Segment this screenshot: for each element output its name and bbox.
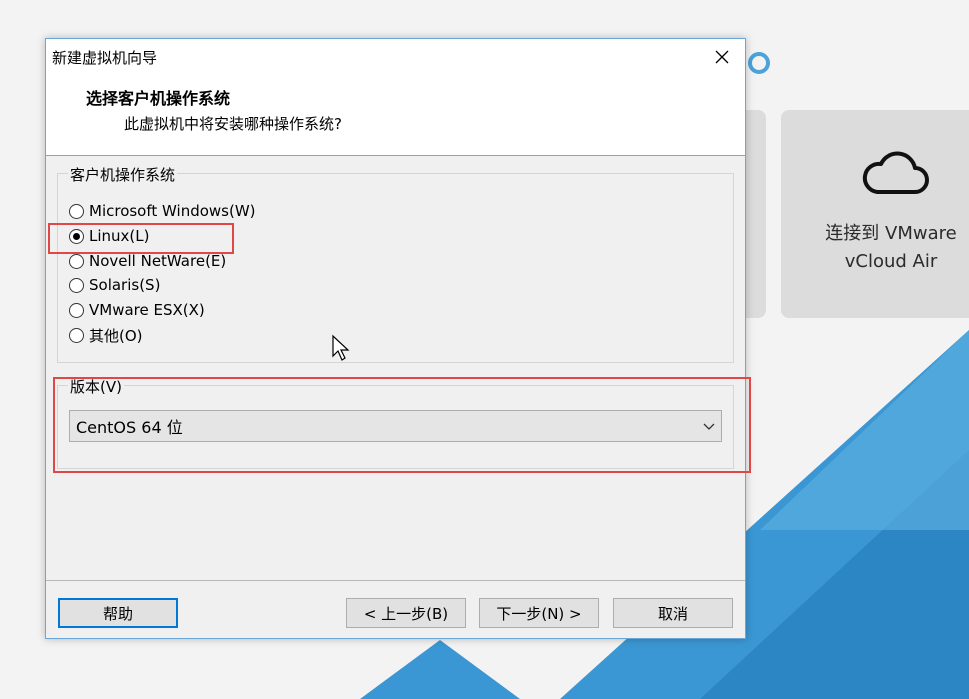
mouse-cursor-icon: [332, 334, 350, 361]
cloud-icon: [862, 151, 929, 194]
card-label: 连接到 VMware vCloud Air: [825, 223, 957, 272]
radio-vmware-esx[interactable]: VMware ESX(X): [69, 299, 205, 321]
window-title: 新建虚拟机向导: [52, 49, 158, 67]
logo-letter-icon: [748, 52, 770, 74]
guest-os-group: 客户机操作系统 Microsoft Windows(W) Linux(L) No…: [57, 164, 734, 363]
radio-microsoft-windows[interactable]: Microsoft Windows(W): [69, 200, 256, 222]
radio-label: Novell NetWare(E): [89, 252, 227, 270]
help-button[interactable]: 帮助: [58, 598, 178, 628]
new-vm-wizard-dialog: 新建虚拟机向导 选择客户机操作系统 此虚拟机中将安装哪种操作系统? 客户机操作系…: [45, 38, 751, 639]
close-icon: [715, 50, 729, 64]
page-subtitle: 此虚拟机中将安装哪种操作系统?: [124, 115, 342, 133]
linux-highlight-box: [48, 223, 234, 254]
radio-button[interactable]: [69, 253, 84, 269]
radio-label: Solaris(S): [89, 276, 161, 294]
radio-button[interactable]: [69, 277, 84, 293]
radio-button[interactable]: [69, 302, 84, 318]
close-button[interactable]: [699, 39, 745, 75]
radio-label: 其他(O): [89, 326, 143, 345]
version-highlight-box: [53, 377, 751, 473]
radio-other[interactable]: 其他(O): [69, 324, 143, 346]
guest-os-group-label: 客户机操作系统: [68, 164, 178, 185]
wizard-header: 选择客户机操作系统 此虚拟机中将安装哪种操作系统?: [46, 75, 745, 156]
radio-label: Microsoft Windows(W): [89, 202, 256, 220]
title-bar[interactable]: 新建虚拟机向导: [46, 39, 745, 75]
radio-button[interactable]: [69, 203, 84, 219]
next-button[interactable]: 下一步(N) >: [479, 598, 599, 628]
radio-button[interactable]: [69, 327, 84, 343]
cancel-button[interactable]: 取消: [613, 598, 733, 628]
radio-label: VMware ESX(X): [89, 301, 205, 319]
radio-solaris[interactable]: Solaris(S): [69, 274, 160, 296]
back-button[interactable]: < 上一步(B): [346, 598, 466, 628]
page-title: 选择客户机操作系统: [86, 89, 231, 108]
footer-divider: [46, 580, 745, 581]
connect-vcloud-card[interactable]: 连接到 VMware vCloud Air: [781, 110, 969, 318]
